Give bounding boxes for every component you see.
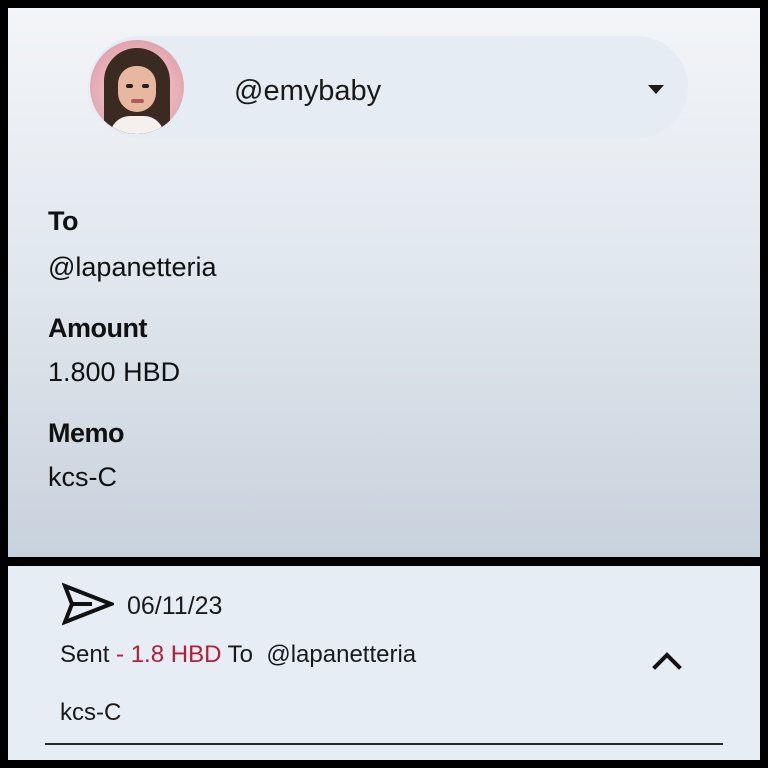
transaction-history-item[interactable]: 06/11/23 Sent - 1.8 HBD To @lapanetteria… bbox=[8, 566, 760, 760]
send-icon bbox=[62, 582, 114, 626]
caret-down-icon[interactable] bbox=[648, 85, 664, 94]
transaction-recipient: @lapanetteria bbox=[266, 641, 417, 668]
to-label: To bbox=[48, 206, 78, 236]
transaction-memo: kcs-C bbox=[60, 699, 122, 726]
transaction-date: 06/11/23 bbox=[127, 592, 223, 620]
to-value: @lapanetteria bbox=[48, 252, 217, 282]
transaction-amount: - 1.8 HBD bbox=[116, 641, 222, 668]
divider bbox=[45, 743, 723, 745]
avatar bbox=[90, 40, 184, 134]
transaction-to-word: To bbox=[227, 641, 254, 668]
chevron-up-icon[interactable] bbox=[652, 650, 682, 670]
transfer-details-panel: @emybaby To @lapanetteria Amount 1.800 H… bbox=[8, 8, 760, 557]
memo-label: Memo bbox=[48, 418, 125, 448]
transaction-action: Sent bbox=[60, 641, 110, 668]
memo-value: kcs-C bbox=[48, 462, 117, 492]
amount-value: 1.800 HBD bbox=[48, 357, 181, 387]
account-name[interactable]: @emybaby bbox=[234, 75, 381, 108]
transaction-summary: Sent - 1.8 HBD To @lapanetteria bbox=[60, 641, 416, 669]
amount-label: Amount bbox=[48, 313, 147, 343]
